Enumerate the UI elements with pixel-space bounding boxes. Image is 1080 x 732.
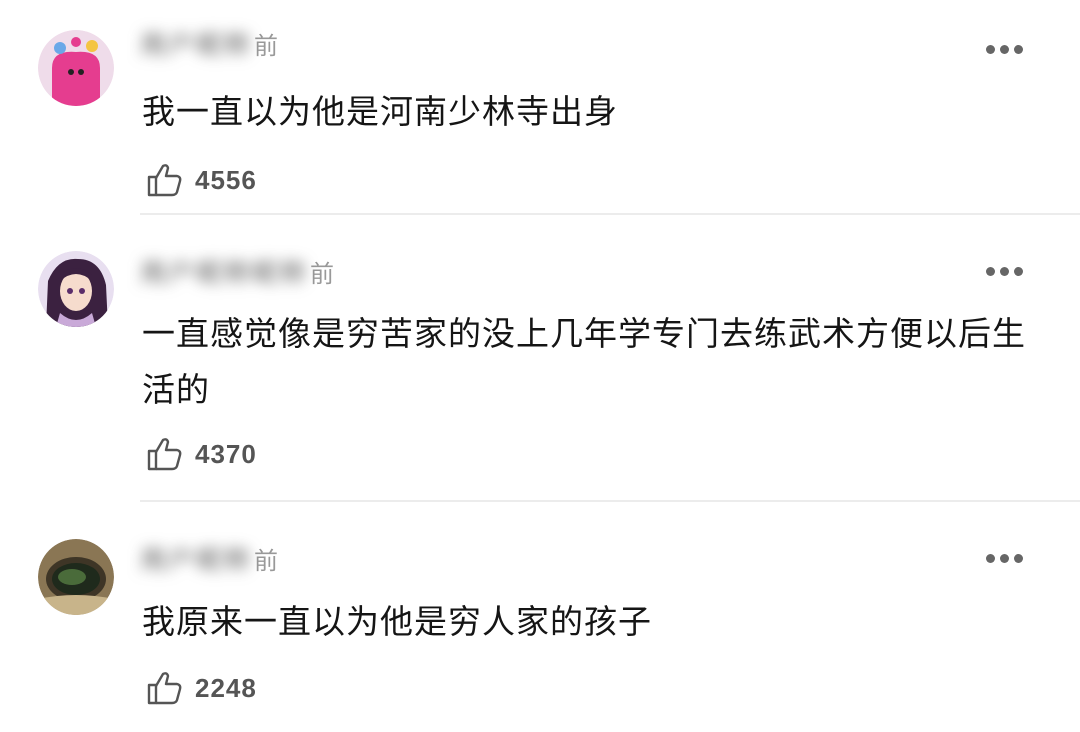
- thumbs-up-icon: [147, 164, 182, 197]
- like-count: 2248: [195, 672, 257, 703]
- like-count: 4370: [195, 438, 257, 469]
- comment-list: 用户昵称前 我一直以为他是河南少林寺出身 4556 用户昵称昵称前 一直感觉像是…: [0, 0, 1080, 732]
- comment-time: 前: [254, 32, 279, 60]
- username[interactable]: 用户昵称昵称前: [140, 254, 334, 294]
- username[interactable]: 用户昵称前: [140, 541, 278, 581]
- like-button[interactable]: 4556: [145, 160, 257, 200]
- avatar[interactable]: [38, 539, 114, 615]
- avatar[interactable]: [38, 30, 114, 106]
- avatar-pink-monster-image: [38, 30, 114, 106]
- more-dots-icon[interactable]: [986, 554, 1024, 566]
- comment-time: 前: [310, 260, 335, 288]
- like-button[interactable]: 4370: [145, 434, 257, 474]
- comment-item: 用户昵称昵称前 一直感觉像是穷苦家的没上几年学专门去练武术方便以后生活的 437…: [0, 214, 1080, 501]
- username-text: 用户昵称昵称: [140, 259, 309, 289]
- thumbs-up-icon: [147, 672, 182, 705]
- more-dots-icon[interactable]: [986, 267, 1024, 279]
- username-text: 用户昵称: [140, 31, 253, 61]
- like-button[interactable]: 2248: [145, 668, 257, 708]
- like-count: 4556: [195, 164, 257, 195]
- comment-text: 我原来一直以为他是穷人家的孩子: [142, 602, 652, 641]
- comment-item: 用户昵称前 我原来一直以为他是穷人家的孩子 2248: [0, 501, 1080, 732]
- username[interactable]: 用户昵称前: [140, 26, 278, 66]
- comment-text: 一直感觉像是穷苦家的没上几年学专门去练武术方便以后生活的: [142, 314, 1026, 409]
- avatar[interactable]: [38, 251, 114, 327]
- thumbs-up-icon: [147, 438, 182, 471]
- comment-item: 用户昵称前 我一直以为他是河南少林寺出身 4556: [0, 0, 1080, 214]
- avatar-bowl-image: [38, 539, 114, 615]
- username-text: 用户昵称: [140, 546, 253, 576]
- more-dots-icon[interactable]: [986, 45, 1024, 57]
- avatar-anime-girl-image: [38, 251, 114, 327]
- comment-text: 我一直以为他是河南少林寺出身: [142, 92, 618, 131]
- comment-time: 前: [254, 547, 279, 575]
